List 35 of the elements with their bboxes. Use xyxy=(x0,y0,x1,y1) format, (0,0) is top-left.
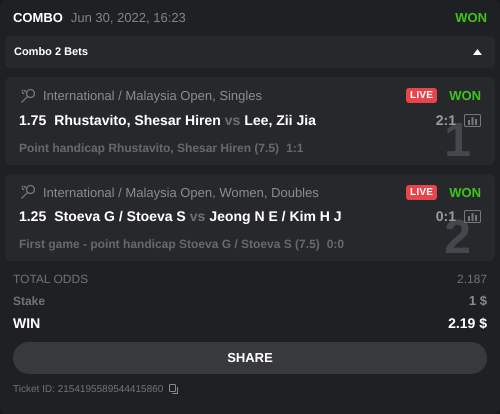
market-score: 1:1 xyxy=(286,140,304,156)
share-button[interactable]: SHARE xyxy=(13,342,487,374)
market-score: 0:0 xyxy=(326,236,344,253)
summary-label: WIN xyxy=(13,314,40,333)
bet-type: COMBO xyxy=(13,9,63,28)
summary-value: 1 $ xyxy=(468,292,487,310)
away-team: Lee, Zii Jia xyxy=(244,110,316,130)
odds: 1.75 xyxy=(19,110,46,130)
market-name: Point handicap Rhustavito, Shesar Hiren (7.5) xyxy=(19,140,280,156)
combo-toggle[interactable]: Combo 2 Bets xyxy=(5,36,495,68)
summary-label: TOTAL ODDS xyxy=(13,271,88,288)
ticket-id: Ticket ID: 2154195589544415860 xyxy=(13,383,164,397)
badminton-icon xyxy=(19,86,37,105)
badminton-icon xyxy=(19,183,37,202)
copy-icon[interactable] xyxy=(169,384,180,395)
home-team: Rhustavito, Shesar Hiren xyxy=(54,110,221,130)
league-name: International / Malaysia Open, Women, Doubles xyxy=(43,184,319,202)
summary-value: 2.19 $ xyxy=(448,314,487,333)
summary-label: Stake xyxy=(13,292,46,310)
caret-up-icon xyxy=(473,49,482,55)
bet-status: WON xyxy=(449,184,481,202)
match-score: 0:1 xyxy=(436,207,456,224)
summary-value: 2.187 xyxy=(456,271,487,288)
live-badge: LIVE xyxy=(406,88,438,104)
away-team: Jeong N E / Kim H J xyxy=(209,207,342,226)
bet-status: WON xyxy=(449,87,481,105)
market-name: First game - point handicap Stoeva G / Stoeva S (7.5) xyxy=(19,236,320,253)
league-name: International / Malaysia Open, Singles xyxy=(43,87,262,105)
versus-text: vs xyxy=(224,110,240,130)
odds: 1.25 xyxy=(19,207,46,226)
bet-date: Jun 30, 2022, 16:23 xyxy=(70,9,186,28)
live-badge: LIVE xyxy=(406,184,438,200)
versus-text: vs xyxy=(190,207,206,226)
home-team: Stoeva G / Stoeva S xyxy=(54,207,186,226)
ticket-status: WON xyxy=(455,9,487,28)
